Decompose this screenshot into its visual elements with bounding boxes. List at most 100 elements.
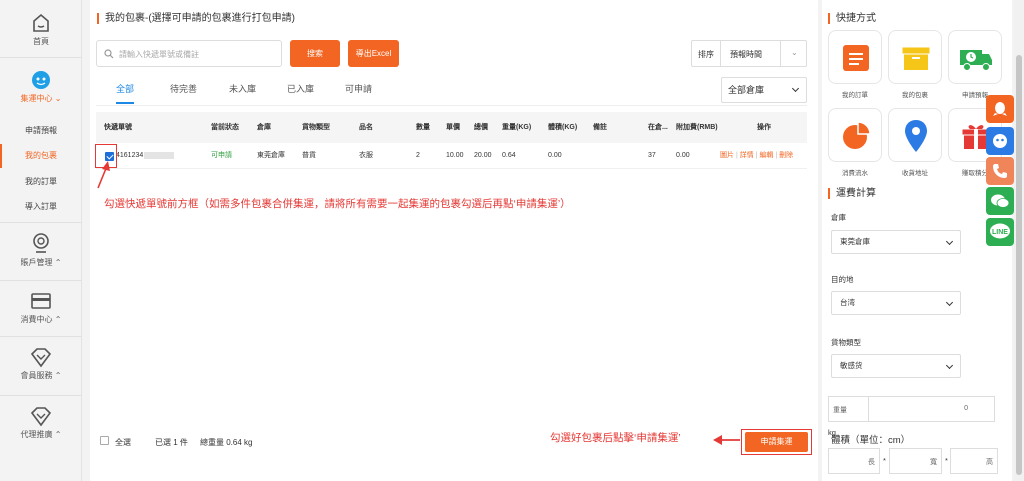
col-name: 品名 (359, 124, 373, 131)
chevron-down-icon[interactable]: ⌄ (791, 48, 798, 57)
cell-unit-price: 10.00 (446, 152, 464, 159)
pie-chart-icon (843, 121, 871, 149)
col-remark: 備註 (593, 124, 607, 131)
line-contact-button[interactable]: LINE (986, 218, 1014, 246)
nav-account-label: 賬戶管理 ⌃ (20, 258, 62, 267)
cell-qty: 2 (416, 152, 420, 159)
sort-label: 排序 (698, 50, 714, 59)
nav-home[interactable]: 首頁 (0, 12, 82, 47)
shortcut-my-packages[interactable] (888, 30, 942, 84)
cell-volume: 0.00 (548, 152, 562, 159)
consolidation-center-icon (32, 71, 50, 89)
chevron-down-icon (791, 84, 800, 93)
qq-contact-button[interactable] (986, 95, 1014, 123)
shortcut-address-label: 收貨地址 (902, 170, 928, 177)
times-sign: * (883, 456, 886, 465)
col-days: 在倉... (648, 124, 668, 131)
action-image-link[interactable]: 圖片 (720, 152, 734, 159)
action-delete-link[interactable]: 刪除 (779, 152, 793, 159)
nav-agent-label: 代理推廣 ⌃ (20, 430, 62, 439)
shortcut-spending-flow[interactable] (828, 108, 882, 162)
line-icon: LINE (990, 223, 1010, 239)
tab-applicable[interactable]: 可申請 (345, 78, 372, 104)
search-button[interactable]: 搜索 (290, 40, 340, 67)
calc-goods-type-select[interactable]: 敏感货 (831, 354, 961, 378)
width-input[interactable]: 寬 (889, 448, 942, 474)
nav-agent[interactable]: 代理推廣 ⌃ (0, 405, 82, 440)
nav-spending[interactable]: 消費中心 ⌃ (0, 290, 82, 325)
scrollbar-thumb[interactable] (1016, 55, 1022, 475)
selected-count: 已選 1 件 (155, 438, 188, 447)
shortcut-address[interactable] (888, 108, 942, 162)
freight-calc-title: 運費計算 (828, 188, 876, 199)
chatbot-contact-button[interactable] (986, 127, 1014, 155)
nav-account[interactable]: 賬戶管理 ⌃ (0, 231, 82, 268)
package-box-icon (901, 46, 931, 70)
tab-all[interactable]: 全部 (116, 78, 135, 104)
search-input[interactable] (119, 46, 277, 62)
nav-member-label: 會員服務 ⌃ (20, 371, 62, 380)
search-icon (104, 49, 114, 59)
sidebar-item-apply-forecast[interactable]: 申請預報 (0, 119, 82, 143)
warehouse-label: 倉庫 (831, 213, 846, 222)
divider (0, 395, 82, 396)
page-title: 我的包裹-(選擇可申請的包裹進行打包申請) (97, 13, 295, 24)
chevron-down-icon (945, 237, 954, 246)
search-box[interactable] (96, 40, 282, 67)
divider (0, 280, 82, 281)
chatbot-icon (993, 134, 1007, 148)
nav-member[interactable]: 會員服務 ⌃ (0, 346, 82, 381)
nav-consolidation[interactable]: 集運中心 ⌄ (0, 69, 82, 104)
length-input[interactable]: 長 (828, 448, 880, 474)
cell-days: 37 (648, 152, 656, 159)
wechat-contact-button[interactable] (986, 187, 1014, 215)
table-row[interactable]: 4161234 可申請 東莞倉庫 普貨 衣服 2 10.00 20.00 0.6… (96, 143, 807, 169)
shortcut-my-packages-label: 我的包裹 (902, 92, 928, 99)
export-excel-button[interactable]: 導出Excel (348, 40, 399, 67)
apply-consolidation-button[interactable]: 申請集運 (745, 432, 808, 452)
warehouse-filter-select[interactable]: 全部倉庫 (721, 77, 807, 103)
page-scrollbar[interactable] (1014, 0, 1024, 481)
shortcut-my-orders[interactable] (828, 30, 882, 84)
phone-contact-button[interactable] (986, 157, 1014, 185)
right-panel: 快捷方式 我的訂單 我的包裹 申請預報 消費流水 收貨地址 賺取積分 運費計算 … (822, 0, 1012, 481)
sidebar-item-my-orders[interactable]: 我的訂單 (0, 170, 82, 194)
shortcut-my-orders-label: 我的訂單 (842, 92, 868, 99)
calc-destination-select[interactable]: 台湾 (831, 291, 961, 315)
destination-label: 目的地 (831, 275, 854, 284)
sort-value[interactable]: 預報時間 (730, 49, 762, 60)
tab-stored[interactable]: 已入庫 (287, 78, 314, 104)
sort-control[interactable]: 排序 預報時間 ⌄ (691, 40, 807, 67)
nav-consolidation-label: 集運中心 ⌄ (20, 94, 62, 103)
sidebar-item-my-packages[interactable]: 我的包裹 (0, 144, 82, 168)
col-volume: 體積(KG) (548, 124, 578, 131)
volume-label: 體積（單位：cm） (831, 435, 911, 446)
cell-name: 衣服 (359, 152, 373, 159)
select-all-checkbox[interactable] (100, 436, 109, 445)
account-icon (33, 233, 49, 253)
cell-surcharge: 0.00 (676, 152, 690, 159)
cell-total: 20.00 (474, 152, 492, 159)
height-input[interactable]: 高 (950, 448, 998, 474)
select-all-label[interactable]: 全選 (115, 437, 131, 448)
weight-input[interactable]: 0 (868, 396, 995, 422)
shortcut-apply-forecast[interactable] (948, 30, 1002, 84)
card-icon (31, 293, 51, 309)
nav-spending-label: 消費中心 ⌃ (20, 315, 62, 324)
diamond-icon (30, 407, 52, 427)
tab-pending[interactable]: 待完善 (170, 78, 197, 104)
action-detail-link[interactable]: 詳情 (740, 152, 754, 159)
app-root: 首頁 集運中心 ⌄ 申請預報 我的包裹 我的訂單 導入訂單 賬戶管理 ⌃ 消費中… (0, 0, 1024, 481)
tab-not-stored[interactable]: 未入庫 (229, 78, 256, 104)
col-unit-price: 單價 (446, 124, 460, 131)
cell-warehouse: 東莞倉庫 (257, 152, 285, 159)
action-edit-link[interactable]: 編輯 (759, 152, 773, 159)
sidebar-item-import-orders[interactable]: 導入訂單 (0, 195, 82, 219)
calc-warehouse-select[interactable]: 東莞倉庫 (831, 230, 961, 254)
divider (0, 222, 82, 223)
cell-status: 可申請 (211, 152, 232, 159)
calc-destination-value: 台湾 (840, 298, 855, 307)
annotation-arrow-icon (97, 161, 110, 189)
diamond-icon (30, 348, 52, 368)
warehouse-filter-value: 全部倉庫 (728, 85, 765, 95)
